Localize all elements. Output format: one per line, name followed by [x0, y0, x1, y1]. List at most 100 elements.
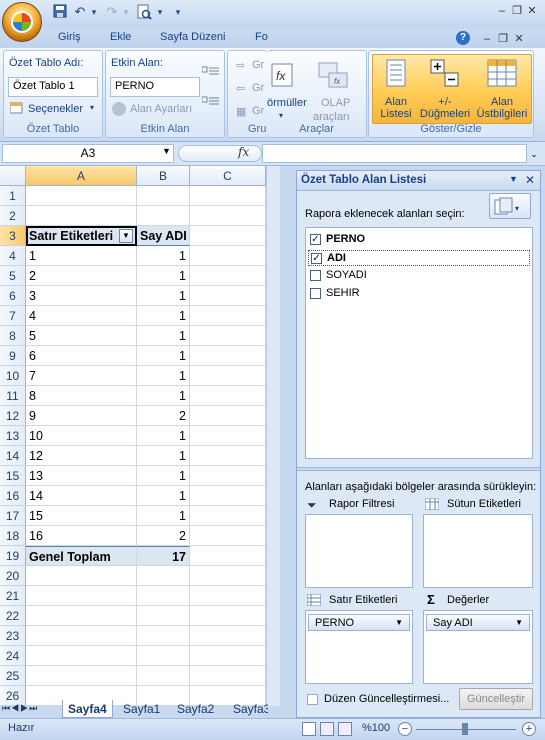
row-header[interactable]: 3	[0, 226, 26, 246]
cell-b[interactable]: 1	[137, 466, 190, 486]
row-header[interactable]: 10	[0, 366, 26, 386]
workbook-minimize-icon[interactable]: –	[480, 32, 494, 46]
close-icon[interactable]: ✕	[525, 4, 539, 18]
field-checkbox[interactable]	[310, 270, 321, 281]
sheet-tab-sayfa3[interactable]: Sayfa3	[228, 700, 268, 718]
cell-c[interactable]	[190, 546, 266, 566]
cell-a[interactable]	[26, 566, 137, 586]
value-field-dropdown-icon[interactable]: ▼	[515, 616, 523, 630]
cell-a[interactable]: 9	[26, 406, 137, 426]
cell-c[interactable]	[190, 426, 266, 446]
row-field-dropdown-icon[interactable]: ▼	[395, 616, 403, 630]
cell-a[interactable]: 4	[26, 306, 137, 326]
formula-input[interactable]	[262, 144, 527, 163]
cell-c[interactable]	[190, 226, 266, 246]
cell-a[interactable]: 10	[26, 426, 137, 446]
active-field-input[interactable]: PERNO	[110, 77, 200, 97]
page-layout-view-icon[interactable]	[320, 722, 334, 736]
row-header[interactable]: 25	[0, 666, 26, 686]
restore-icon[interactable]: ❐	[510, 4, 524, 18]
cell-b[interactable]: 1	[137, 386, 190, 406]
cell-c[interactable]	[190, 626, 266, 646]
cell-b[interactable]: 1	[137, 446, 190, 466]
row-header[interactable]: 14	[0, 446, 26, 466]
zoom-slider-thumb[interactable]	[462, 723, 468, 735]
values-zone[interactable]: Say ADI ▼	[423, 610, 533, 684]
cell-b[interactable]	[137, 206, 190, 226]
cell-c[interactable]	[190, 306, 266, 326]
pivot-name-input[interactable]: Özet Tablo 1	[8, 77, 98, 97]
select-all-corner[interactable]	[0, 166, 26, 186]
ungroup-button[interactable]: Gr	[252, 82, 264, 94]
pane-close-icon[interactable]: ✕	[525, 173, 535, 187]
cell-b[interactable]	[137, 646, 190, 666]
row-labels-filter-dropdown-icon[interactable]: ▼	[119, 229, 133, 243]
row-header[interactable]: 11	[0, 386, 26, 406]
cell-a[interactable]: 6	[26, 346, 137, 366]
row-header[interactable]: 12	[0, 406, 26, 426]
field-item[interactable]: SOYADI	[308, 268, 530, 284]
cell-a[interactable]	[26, 666, 137, 686]
cell-c[interactable]	[190, 266, 266, 286]
cell-b[interactable]	[137, 666, 190, 686]
print-preview-dropdown-icon[interactable]: ▾	[152, 4, 168, 20]
row-header[interactable]: 19	[0, 546, 26, 566]
cell-c[interactable]	[190, 646, 266, 666]
row-header[interactable]: 21	[0, 586, 26, 606]
formulas-button[interactable]: örmüller	[267, 97, 307, 109]
row-header[interactable]: 23	[0, 626, 26, 646]
undo-dropdown-icon[interactable]: ▾	[86, 4, 102, 20]
row-header[interactable]: 13	[0, 426, 26, 446]
office-button[interactable]	[2, 2, 42, 42]
cell-b[interactable]	[137, 566, 190, 586]
cell-c[interactable]	[190, 566, 266, 586]
zoom-level[interactable]: %100	[362, 722, 390, 734]
minimize-icon[interactable]: –	[495, 4, 509, 18]
row-header[interactable]: 24	[0, 646, 26, 666]
field-item[interactable]: SEHIR	[308, 286, 530, 302]
options-button[interactable]: Seçenekler	[28, 103, 83, 115]
olap-button[interactable]: OLAP	[321, 97, 350, 109]
cell-a[interactable]: 13	[26, 466, 137, 486]
cell-a[interactable]: 12	[26, 446, 137, 466]
defer-update-checkbox[interactable]	[307, 694, 318, 705]
cell-a[interactable]: 5	[26, 326, 137, 346]
cell-b[interactable]: 1	[137, 366, 190, 386]
row-field-perno[interactable]: PERNO ▼	[308, 614, 410, 631]
cell-c[interactable]	[190, 386, 266, 406]
zoom-in-icon[interactable]: +	[522, 722, 536, 736]
field-item[interactable]: ✓ ADI	[308, 250, 530, 266]
row-header[interactable]: 4	[0, 246, 26, 266]
zoom-out-icon[interactable]: −	[398, 722, 412, 736]
cell-c[interactable]	[190, 406, 266, 426]
layout-options-button[interactable]: ▾	[489, 193, 531, 219]
cell-b[interactable]	[137, 586, 190, 606]
field-headers-button[interactable]: Alan Üstbilgileri	[472, 59, 532, 129]
cell-a[interactable]	[26, 646, 137, 666]
update-button[interactable]: Güncelleştir	[459, 688, 533, 710]
pivot-values-header[interactable]: Say ADI	[137, 226, 190, 246]
cell-a[interactable]: 1	[26, 246, 137, 266]
cell-b[interactable]: 1	[137, 306, 190, 326]
row-header[interactable]: 6	[0, 286, 26, 306]
name-box[interactable]: A3	[2, 144, 174, 163]
row-header[interactable]: 18	[0, 526, 26, 546]
cell-b[interactable]: 2	[137, 526, 190, 546]
field-item[interactable]: ✓ PERNO	[308, 232, 530, 248]
cell-b[interactable]: 1	[137, 486, 190, 506]
cell-c[interactable]	[190, 326, 266, 346]
sheet-tab-sayfa4[interactable]: Sayfa4	[62, 700, 113, 718]
expand-formula-bar-icon[interactable]: ⌄	[528, 146, 540, 163]
cell-b[interactable]: 2	[137, 406, 190, 426]
row-header[interactable]: 9	[0, 346, 26, 366]
cell-a[interactable]	[26, 586, 137, 606]
cell-a[interactable]: 16	[26, 526, 137, 546]
cell-c[interactable]	[190, 606, 266, 626]
cell-c[interactable]	[190, 586, 266, 606]
cell-b[interactable]: 1	[137, 326, 190, 346]
normal-view-icon[interactable]	[302, 722, 316, 736]
workbook-close-icon[interactable]: ✕	[512, 32, 526, 46]
row-header[interactable]: 17	[0, 506, 26, 526]
cell-a[interactable]: 2	[26, 266, 137, 286]
grand-total-label[interactable]: Genel Toplam	[26, 546, 137, 566]
